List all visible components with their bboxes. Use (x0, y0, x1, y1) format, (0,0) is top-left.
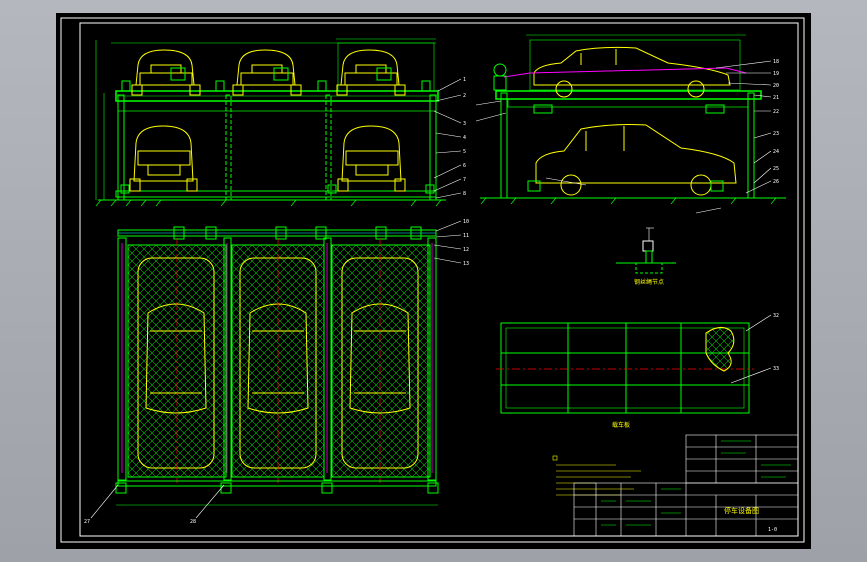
callout-front: 2 (463, 93, 466, 99)
callout-front: 1 (463, 77, 466, 83)
rope-node-detail: 钢丝绳节点 (616, 227, 676, 286)
callout-front: 7 (463, 177, 466, 183)
callout-bottom: 27 (84, 519, 90, 525)
callout-side: 22 (773, 109, 779, 115)
callout-side: 20 (773, 83, 779, 89)
notes-block (552, 455, 641, 496)
callout-side: 23 (773, 131, 779, 137)
pallet-view: 32 33 载车板 (496, 313, 779, 429)
callout-side: 26 (773, 179, 779, 185)
callout-pallet: 32 (773, 313, 779, 319)
callout-front: 8 (463, 191, 466, 197)
callout-plan: 10 (463, 219, 469, 225)
cad-drawing: 1 2 3 4 5 6 7 8 18 19 20 21 22 23 24 25 … (60, 17, 805, 543)
callout-front: 3 (463, 121, 466, 127)
detail-label: 钢丝绳节点 (634, 278, 664, 286)
callout-plan: 12 (463, 247, 469, 253)
callout-side: 24 (773, 149, 779, 155)
callout-side: 21 (773, 95, 779, 101)
callout-plan: 13 (463, 261, 469, 267)
callout-bottom: 28 (190, 519, 196, 525)
callout-side: 18 (773, 59, 779, 65)
callout-plan: 11 (463, 233, 469, 239)
title-block (573, 434, 799, 537)
callout-front: 4 (463, 135, 466, 141)
callout-front: 5 (463, 149, 466, 155)
callout-side: 25 (773, 166, 779, 172)
pallet-label: 载车板 (612, 421, 630, 429)
callout-side: 19 (773, 71, 779, 77)
callout-front: 6 (463, 163, 466, 169)
cad-viewport[interactable]: 1 2 3 4 5 6 7 8 18 19 20 21 22 23 24 25 … (56, 13, 811, 549)
front-elevation: 1 2 3 4 5 6 7 8 (95, 38, 466, 207)
drawing-number: 1-0 (768, 527, 777, 533)
plan-view: 10 11 12 13 27 28 (84, 219, 469, 525)
side-elevation: 18 19 20 21 22 23 24 25 26 (475, 34, 786, 214)
title-block-label: 停车设备图 (724, 506, 759, 515)
callout-pallet: 33 (773, 366, 779, 372)
